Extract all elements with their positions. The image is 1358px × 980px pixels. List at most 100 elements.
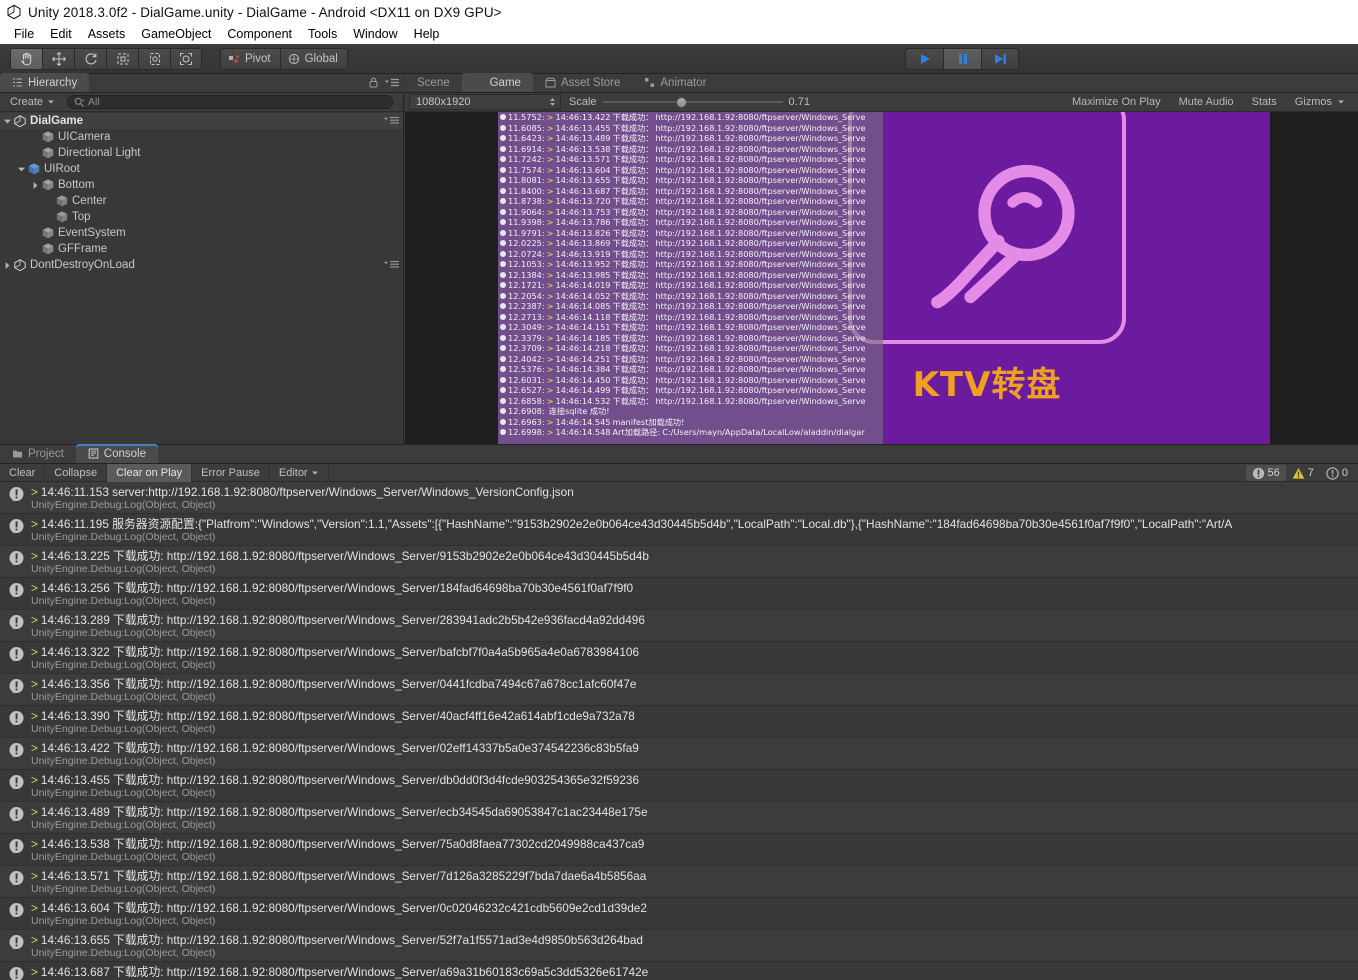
console-log-entry[interactable]: >14:46:13.256 下载成功: http://192.168.1.92:… — [0, 578, 1358, 610]
step-button[interactable] — [981, 48, 1019, 70]
scale-slider-knob[interactable] — [676, 96, 688, 108]
gizmos-button[interactable]: Gizmos — [1286, 94, 1354, 111]
chevron-right-icon[interactable] — [31, 181, 40, 190]
menu-file[interactable]: File — [6, 26, 42, 42]
tab-game[interactable]: Game — [461, 73, 533, 92]
scale-control[interactable]: Scale 0.71 — [569, 95, 810, 109]
scene-options-icon[interactable] — [384, 260, 399, 269]
console-log-entry[interactable]: >14:46:13.604 下载成功: http://192.168.1.92:… — [0, 898, 1358, 930]
tab-animator[interactable]: Animator — [632, 73, 718, 92]
console-log-entry[interactable]: >14:46:13.571 下载成功: http://192.168.1.92:… — [0, 866, 1358, 898]
game-view-canvas[interactable]: KTV转盘 11.5752: >14:46:13.422 下载成功： http://1… — [405, 112, 1358, 444]
resolution-dropdown[interactable]: 1080x1920 — [409, 94, 561, 110]
transform-tool-button[interactable] — [170, 48, 202, 70]
console-log-entry[interactable]: >14:46:13.489 下载成功: http://192.168.1.92:… — [0, 802, 1358, 834]
error-counter[interactable]: 0 — [1320, 465, 1354, 481]
tab-scene[interactable]: Scene — [405, 73, 462, 92]
rotate-tool-button[interactable] — [74, 48, 106, 70]
console-log-entry[interactable]: >14:46:11.153 server:http://192.168.1.92… — [0, 482, 1358, 514]
hierarchy-item-gfframe[interactable]: GFFrame — [0, 241, 403, 257]
overlay-log-arrow-icon: > — [546, 133, 554, 143]
create-button[interactable]: Create — [4, 95, 61, 109]
console-log-list[interactable]: >14:46:11.153 server:http://192.168.1.92… — [0, 482, 1358, 980]
chevron-right-icon[interactable] — [3, 261, 12, 270]
expand-toggle[interactable] — [30, 181, 41, 190]
console-log-entry[interactable]: >14:46:13.289 下载成功: http://192.168.1.92:… — [0, 610, 1358, 642]
console-log-text: >14:46:13.322 下载成功: http://192.168.1.92:… — [31, 645, 1354, 672]
hierarchy-item-uiroot[interactable]: UIRoot — [0, 161, 403, 177]
info-counter[interactable]: 56 — [1245, 465, 1286, 481]
pivot-button[interactable]: Pivot — [220, 48, 280, 70]
console-log-entry[interactable]: >14:46:13.390 下载成功: http://192.168.1.92:… — [0, 706, 1358, 738]
hierarchy-item-center[interactable]: Center — [0, 193, 403, 209]
global-button[interactable]: Global — [279, 48, 348, 70]
scene-options-icon[interactable] — [384, 116, 399, 128]
collapse-button[interactable]: Collapse — [45, 463, 108, 482]
expand-toggle[interactable] — [2, 117, 13, 126]
console-log-entry[interactable]: >14:46:13.455 下载成功: http://192.168.1.92:… — [0, 770, 1358, 802]
clear-on-play-button[interactable]: Clear on Play — [107, 463, 193, 482]
scene-options-icon[interactable] — [384, 116, 399, 125]
hierarchy-item-bottom[interactable]: Bottom — [0, 177, 403, 193]
menu-gameobject[interactable]: GameObject — [133, 26, 219, 42]
log-info-icon — [9, 647, 24, 662]
hand-tool-button[interactable] — [10, 48, 42, 70]
maximize-on-play-button[interactable]: Maximize On Play — [1063, 94, 1170, 111]
hierarchy-item-eventsystem[interactable]: EventSystem — [0, 225, 403, 241]
game-view-tabstrip: Scene Game Asset Store Animator — [405, 73, 1358, 93]
scene-options-icon[interactable] — [384, 260, 399, 272]
tab-hierarchy[interactable]: Hierarchy — [0, 73, 90, 92]
tab-console[interactable]: Console — [75, 444, 158, 463]
error-pause-button[interactable]: Error Pause — [192, 463, 270, 482]
log-info-icon — [9, 775, 24, 790]
hierarchy-item-top[interactable]: Top — [0, 209, 403, 225]
hierarchy-item-dialgame[interactable]: DialGame — [0, 113, 403, 129]
expand-toggle[interactable] — [16, 165, 27, 174]
console-log-entry[interactable]: >14:46:13.356 下载成功: http://192.168.1.92:… — [0, 674, 1358, 706]
chevron-down-icon[interactable] — [3, 117, 12, 126]
overlay-log-message: 下载成功： — [612, 154, 654, 164]
microphone-icon — [931, 164, 1075, 309]
scale-tool-button[interactable] — [106, 48, 138, 70]
menu-component[interactable]: Component — [219, 26, 300, 42]
chevron-down-icon[interactable] — [17, 165, 26, 174]
mute-audio-button[interactable]: Mute Audio — [1170, 94, 1243, 111]
console-log-entry[interactable]: >14:46:13.538 下载成功: http://192.168.1.92:… — [0, 834, 1358, 866]
menu-assets[interactable]: Assets — [80, 26, 134, 42]
console-log-entry[interactable]: >14:46:13.422 下载成功: http://192.168.1.92:… — [0, 738, 1358, 770]
scale-slider[interactable] — [602, 95, 783, 109]
menu-help[interactable]: Help — [406, 26, 448, 42]
lock-icon[interactable] — [369, 77, 378, 88]
hierarchy-item-directional-light[interactable]: Directional Light — [0, 145, 403, 161]
warning-counter[interactable]: 7 — [1286, 465, 1320, 481]
hierarchy-tree[interactable]: DialGame UICamera Directional Light UIRo… — [0, 112, 403, 424]
hierarchy-item-uicamera[interactable]: UICamera — [0, 129, 403, 145]
tab-asset-store[interactable]: Asset Store — [533, 73, 632, 92]
menu-tools[interactable]: Tools — [300, 26, 345, 42]
play-button[interactable] — [905, 48, 943, 70]
scale-slider-track — [602, 101, 783, 103]
move-tool-button[interactable] — [42, 48, 74, 70]
console-log-entry[interactable]: >14:46:13.655 下载成功: http://192.168.1.92:… — [0, 930, 1358, 962]
expand-toggle[interactable] — [2, 261, 13, 270]
console-log-line2: UnityEngine.Debug:Log(Object, Object) — [31, 947, 216, 959]
rect-tool-button[interactable] — [138, 48, 170, 70]
prefab-icon — [27, 162, 41, 176]
console-log-entry[interactable]: >14:46:11.195 服务器资源配置:{"Platfrom":"Windo… — [0, 514, 1358, 546]
console-log-entry[interactable]: >14:46:13.687 下载成功: http://192.168.1.92:… — [0, 962, 1358, 980]
overlay-log-url: http://192.168.1.92:8080/ftpserver/Windo… — [655, 196, 866, 206]
menu-window[interactable]: Window — [345, 26, 405, 42]
menu-edit[interactable]: Edit — [42, 26, 80, 42]
console-log-entry[interactable]: >14:46:13.322 下载成功: http://192.168.1.92:… — [0, 642, 1358, 674]
editor-dropdown-button[interactable]: Editor — [270, 463, 329, 482]
log-arrow-icon: > — [31, 773, 38, 787]
clear-button[interactable]: Clear — [0, 463, 46, 482]
panel-menu-icon[interactable] — [384, 77, 400, 88]
stats-button[interactable]: Stats — [1243, 94, 1286, 111]
console-log-entry[interactable]: >14:46:13.225 下载成功: http://192.168.1.92:… — [0, 546, 1358, 578]
console-log-line1: >14:46:13.571 下载成功: http://192.168.1.92:… — [31, 869, 647, 883]
search-input[interactable]: All — [67, 95, 393, 109]
pause-button[interactable] — [943, 48, 981, 70]
hierarchy-item-dontdestroyonload[interactable]: DontDestroyOnLoad — [0, 257, 403, 273]
tab-project[interactable]: Project — [0, 444, 76, 463]
